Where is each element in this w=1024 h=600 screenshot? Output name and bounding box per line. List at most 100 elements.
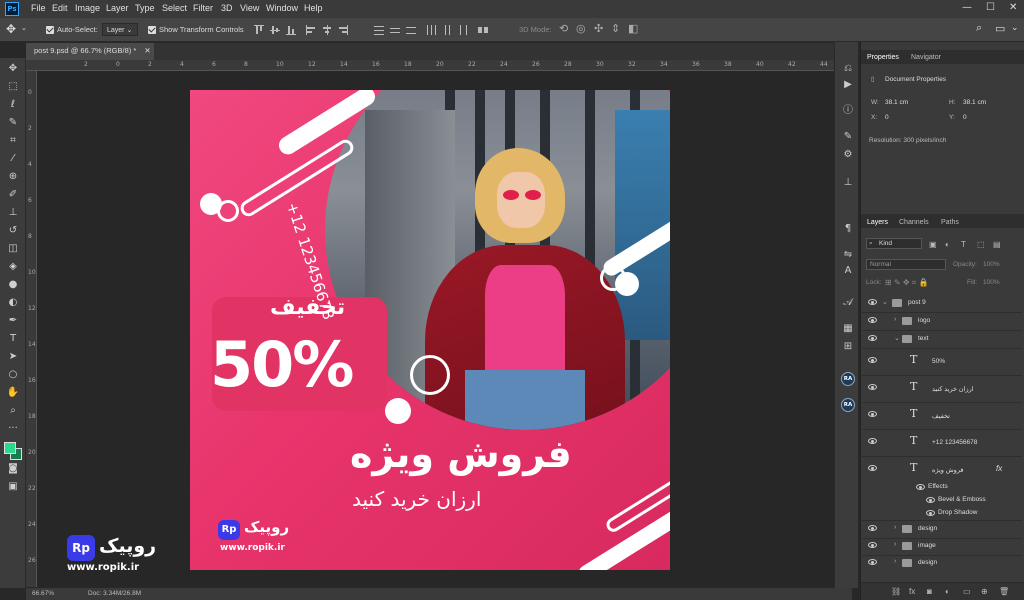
visibility-eye-icon[interactable]: [926, 497, 935, 503]
new-layer-icon[interactable]: ⊕: [981, 587, 988, 596]
search-icon[interactable]: ⌕: [976, 22, 982, 35]
distribute-bottom-icon[interactable]: [406, 25, 416, 35]
move-tool-icon[interactable]: ✥: [5, 62, 21, 76]
visibility-eye-icon[interactable]: [868, 317, 877, 323]
layer-row[interactable]: ⌄ text: [862, 331, 1022, 348]
document-tab[interactable]: post 9.psd @ 66.7% (RGB/8) * ✕: [26, 43, 154, 60]
fill-value[interactable]: 100%: [983, 279, 1000, 286]
visibility-eye-icon[interactable]: [868, 559, 877, 565]
dodge-tool-icon[interactable]: ◐: [5, 296, 21, 310]
tab-properties[interactable]: Properties: [867, 54, 899, 61]
x-value[interactable]: 0: [885, 114, 889, 121]
maximize-icon[interactable]: ☐: [986, 2, 995, 13]
layer-filter-dropdown[interactable]: ⌕ Kind: [866, 238, 922, 249]
align-left-icon[interactable]: [306, 25, 316, 35]
fx-icon[interactable]: fx: [909, 587, 915, 596]
ellipse-tool-icon[interactable]: ○: [5, 368, 21, 382]
glyphs-icon[interactable]: ⊞: [841, 340, 855, 354]
history-icon[interactable]: ⎌: [841, 62, 855, 76]
vertical-ruler[interactable]: 0 2 4 6 8 10 12 14 16 18 20 22 24 26: [26, 71, 37, 587]
tab-channels[interactable]: Channels: [899, 219, 929, 226]
actions-play-icon[interactable]: ▶: [841, 78, 855, 92]
add-mask-icon[interactable]: ◙: [927, 587, 932, 596]
distribute-left-icon[interactable]: [426, 25, 436, 35]
layer-row[interactable]: T ارزان خرید کنید: [862, 376, 1022, 402]
3d-roll-icon[interactable]: ◎: [576, 22, 586, 35]
align-vcenter-icon[interactable]: [270, 25, 280, 35]
healing-brush-tool-icon[interactable]: ⊕: [5, 170, 21, 184]
zoom-tool-icon[interactable]: ⌕: [5, 404, 21, 418]
3d-orbit-icon[interactable]: ⟲: [559, 22, 568, 35]
path-selection-tool-icon[interactable]: ➤: [5, 350, 21, 364]
adjustments-icon[interactable]: ⚙: [841, 148, 855, 162]
visibility-eye-icon[interactable]: [926, 510, 935, 516]
layer-row[interactable]: › design: [862, 521, 1022, 538]
auto-select-checkbox[interactable]: [46, 26, 54, 34]
visibility-eye-icon[interactable]: [868, 384, 877, 390]
menu-select[interactable]: Select: [162, 3, 187, 13]
lock-pixels-icon[interactable]: ⊞ ✎ ✥ ⌗ 🔒: [885, 278, 928, 288]
artboard-canvas[interactable]: تخفیف 50% +12 123456678 فروش ویژه ارزان …: [190, 90, 670, 570]
menu-image[interactable]: Image: [75, 3, 100, 13]
marquee-tool-icon[interactable]: ⬚: [5, 80, 21, 94]
close-icon[interactable]: ✕: [1009, 2, 1017, 13]
layer-row[interactable]: › image: [862, 538, 1022, 555]
distribute-hcenter-icon[interactable]: [442, 25, 452, 35]
y-value[interactable]: 0: [963, 114, 967, 121]
collapse-arrow-icon[interactable]: ›: [894, 541, 896, 548]
visibility-eye-icon[interactable]: [868, 357, 877, 363]
distribute-vcenter-icon[interactable]: [390, 25, 400, 35]
menu-layer[interactable]: Layer: [106, 3, 129, 13]
collapse-arrow-icon[interactable]: ›: [894, 524, 896, 531]
delete-layer-icon[interactable]: 🗑: [999, 587, 1009, 596]
effects-row[interactable]: Effects: [862, 481, 1022, 494]
chevron-down-icon[interactable]: ⌄: [21, 24, 27, 32]
ra-extension-icon[interactable]: RA: [841, 372, 855, 386]
move-tool-icon[interactable]: ✥: [6, 22, 16, 36]
height-value[interactable]: 38.1 cm: [963, 99, 986, 106]
quick-select-tool-icon[interactable]: ✎: [5, 116, 21, 130]
effect-row[interactable]: Bevel & Emboss: [862, 494, 1022, 507]
menu-type[interactable]: Type: [135, 3, 155, 13]
layer-row[interactable]: T فروش ویژه fx: [862, 457, 1022, 483]
visibility-eye-icon[interactable]: [868, 411, 877, 417]
adjustment-layer-icon[interactable]: ◐: [945, 587, 950, 596]
menu-window[interactable]: Window: [266, 3, 298, 13]
filter-pixel-icon[interactable]: ▣: [929, 240, 937, 249]
opacity-value[interactable]: 100%: [983, 261, 1000, 268]
width-value[interactable]: 38.1 cm: [885, 99, 908, 106]
workspace-dropdown-icon[interactable]: ⌄: [1011, 22, 1019, 33]
menu-view[interactable]: View: [240, 3, 259, 13]
align-top-icon[interactable]: [254, 25, 264, 35]
eraser-tool-icon[interactable]: ◫: [5, 242, 21, 256]
collapse-arrow-icon[interactable]: ›: [894, 316, 896, 323]
align-hcenter-icon[interactable]: [322, 25, 332, 35]
crop-tool-icon[interactable]: ⌗: [5, 134, 21, 148]
tool-presets-icon[interactable]: ⇋: [841, 248, 855, 262]
doc-size[interactable]: Doc: 3.34M/26.8M: [88, 590, 141, 597]
visibility-eye-icon[interactable]: [868, 465, 877, 471]
type-tool-icon[interactable]: T: [5, 332, 21, 346]
visibility-eye-icon[interactable]: [868, 542, 877, 548]
effect-row[interactable]: Drop Shadow: [862, 507, 1022, 520]
paint-bucket-tool-icon[interactable]: ◈: [5, 260, 21, 274]
menu-filter[interactable]: Filter: [193, 3, 213, 13]
fx-badge-icon[interactable]: fx: [996, 464, 1002, 473]
layer-row[interactable]: › design: [862, 555, 1022, 572]
visibility-eye-icon[interactable]: [916, 484, 925, 490]
swatches-icon[interactable]: A: [841, 264, 855, 278]
layer-row[interactable]: T +12 123456678: [862, 430, 1022, 456]
auto-align-icon[interactable]: [478, 25, 488, 35]
blur-tool-icon[interactable]: ●: [5, 278, 21, 292]
layer-row[interactable]: ⌄ post 9: [862, 295, 1022, 312]
layer-row[interactable]: › logo: [862, 313, 1022, 330]
auto-select-dropdown[interactable]: Layer ⌄: [102, 23, 138, 36]
filter-type-icon[interactable]: T: [961, 240, 966, 249]
menu-help[interactable]: Help: [304, 3, 323, 13]
3d-scale-icon[interactable]: ◧: [628, 22, 638, 35]
character-icon[interactable]: 𝒜: [841, 296, 855, 310]
visibility-eye-icon[interactable]: [868, 438, 877, 444]
3d-drag-icon[interactable]: ✣: [594, 22, 603, 35]
expand-arrow-icon[interactable]: ⌄: [882, 298, 888, 306]
distribute-top-icon[interactable]: [374, 25, 384, 35]
